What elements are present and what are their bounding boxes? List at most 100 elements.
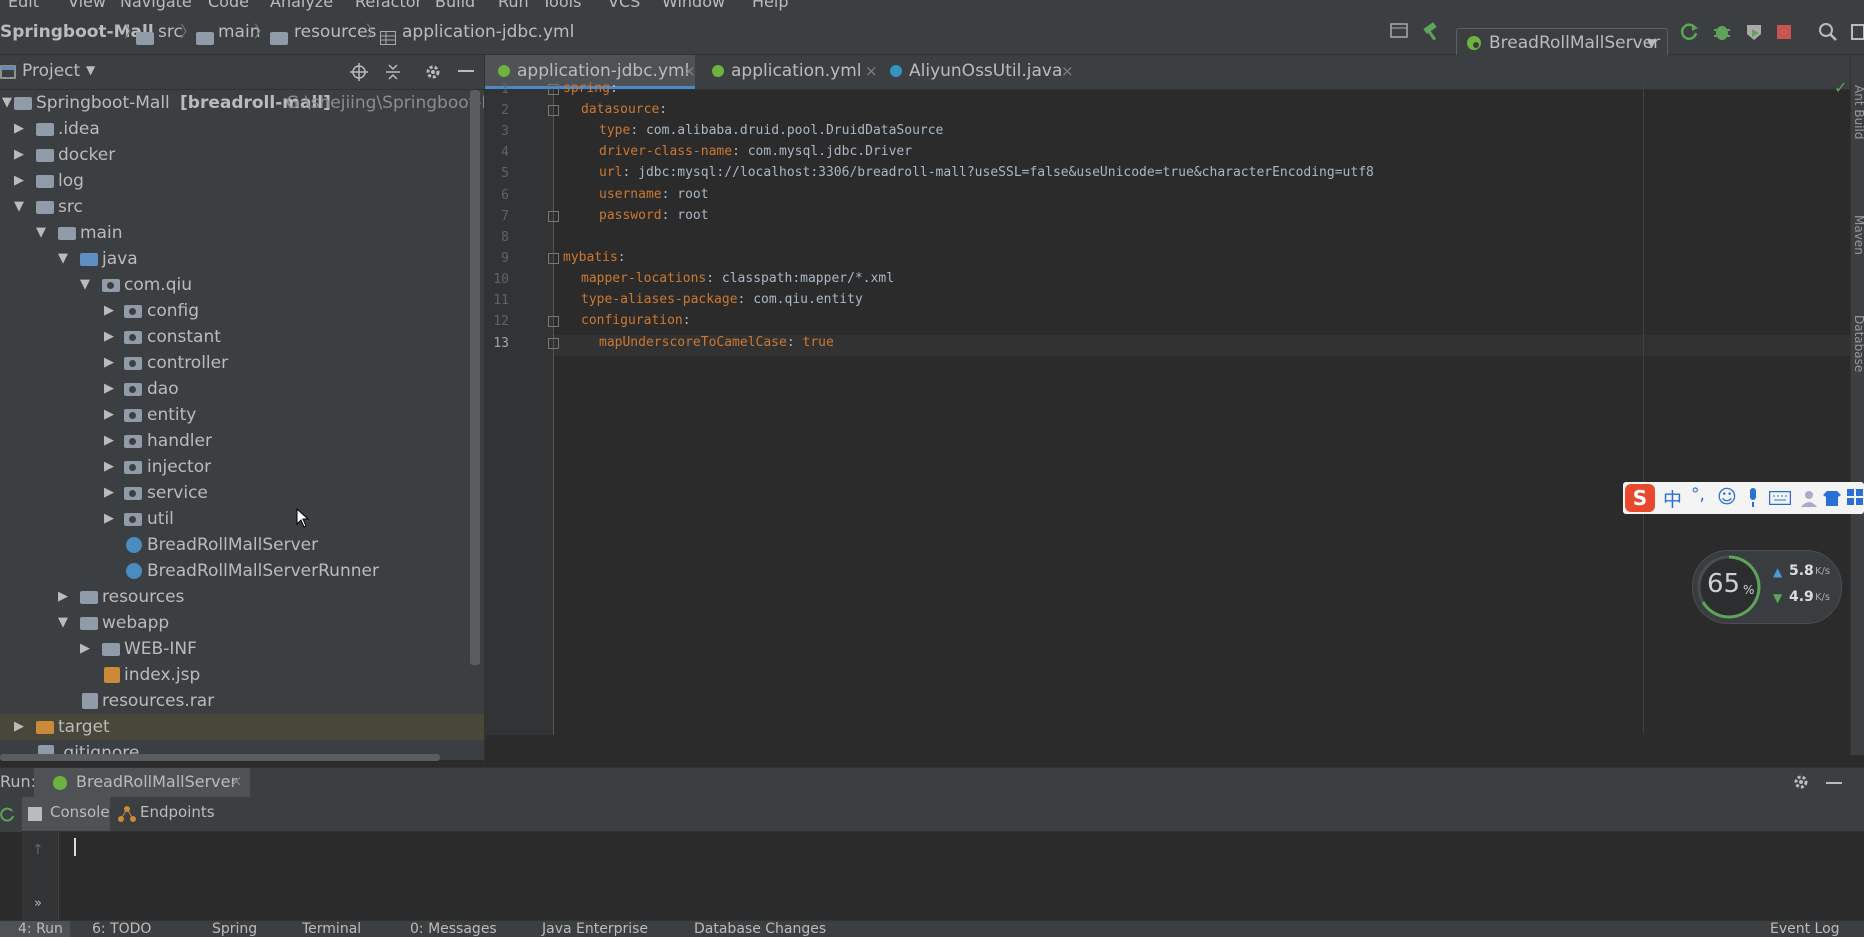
chevron-right-icon[interactable]: ▶ [104, 506, 114, 532]
tree-vertical-scrollbar[interactable] [470, 90, 480, 665]
tree-row-index-jsp[interactable]: index.jsp [0, 662, 484, 688]
chevron-down-icon[interactable]: ▼ [36, 220, 46, 246]
bottom-tab-messages[interactable]: 0: Messages [410, 921, 497, 937]
tree-row-service[interactable]: ▶ service [0, 480, 484, 506]
breadcrumb-file[interactable]: application-jdbc.yml [402, 18, 574, 46]
rerun-icon[interactable] [1680, 22, 1700, 42]
scroll-up-icon[interactable]: ↑ [32, 842, 44, 858]
chevron-right-icon[interactable]: ▶ [14, 142, 24, 168]
fold-marker-icon[interactable] [548, 338, 559, 349]
tree-row-resources-rar[interactable]: resources.rar [0, 688, 484, 714]
tree-row-handler[interactable]: ▶ handler [0, 428, 484, 454]
run-configuration-select[interactable]: BreadRollMallServer ▼ [1456, 28, 1668, 58]
fold-marker-icon[interactable] [548, 211, 559, 222]
chevron-down-icon[interactable]: ▼ [58, 610, 68, 636]
tab-aliyunossutil-java[interactable]: AliyunOssUtil.java × [881, 55, 1081, 89]
breadcrumb-resources[interactable]: resources [294, 18, 376, 46]
project-structure-icon[interactable] [1390, 22, 1408, 40]
chevron-right-icon[interactable]: ▶ [14, 168, 24, 194]
tree-row-breadrollmallserver[interactable]: BreadRollMallServer [0, 532, 484, 558]
fold-marker-icon[interactable] [548, 253, 559, 264]
chevron-right-icon[interactable]: ▶ [58, 584, 68, 610]
search-icon[interactable] [1818, 22, 1838, 42]
chevron-right-icon[interactable]: ▶ [104, 376, 114, 402]
ime-toolbar[interactable]: S 中 °, ☺ [1623, 482, 1864, 514]
tree-row-project-root[interactable]: ▼ Springboot-Mall [breadroll-mall] G:\sh… [0, 90, 484, 116]
tab-application-yml[interactable]: application.yml × [703, 55, 881, 89]
locate-crosshair-icon[interactable] [350, 63, 368, 81]
rerun-icon[interactable] [0, 807, 16, 823]
chevron-right-icon[interactable]: ▶ [104, 454, 114, 480]
bottom-tab-database-changes[interactable]: Database Changes [694, 921, 826, 937]
close-icon[interactable]: × [1061, 55, 1074, 87]
fold-marker-icon[interactable] [548, 84, 559, 95]
skin-shirt-icon[interactable] [1823, 489, 1841, 507]
console-output[interactable] [0, 832, 1864, 920]
bottom-tab-spring[interactable]: Spring [212, 921, 257, 937]
tree-row-dao[interactable]: ▶ dao [0, 376, 484, 402]
close-icon[interactable]: × [683, 55, 696, 87]
microphone-icon[interactable] [1747, 488, 1759, 508]
tree-row-entity[interactable]: ▶ entity [0, 402, 484, 428]
tree-row-resources[interactable]: ▶ resources [0, 584, 484, 610]
maven-tool-tab[interactable]: Maven [1852, 215, 1864, 255]
gear-icon[interactable] [424, 63, 442, 81]
chevron-right-icon[interactable]: ▶ [104, 480, 114, 506]
network-speed-widget[interactable]: 65 % ▲ 5.8 K/s ▼ 4.9 K/s [1692, 550, 1842, 624]
ant-build-tool-tab[interactable]: Ant Build [1852, 85, 1864, 139]
stop-icon[interactable] [1776, 24, 1792, 40]
console-tab[interactable]: Console [22, 797, 110, 831]
tree-row-web-inf[interactable]: ▶ WEB-INF [0, 636, 484, 662]
menu-navigate[interactable]: Navigate [120, 0, 192, 11]
tree-row-target[interactable]: ▶ target [0, 714, 484, 740]
gear-icon[interactable] [1792, 773, 1810, 791]
inspection-ok-icon[interactable]: ✓ [1834, 78, 1847, 97]
menu-refactor[interactable]: Refactor [355, 0, 422, 11]
settings-icon[interactable] [1850, 22, 1864, 42]
build-hammer-icon[interactable] [1422, 22, 1442, 42]
bottom-tab-terminal[interactable]: Terminal [302, 921, 361, 937]
minimize-icon[interactable] [458, 70, 474, 72]
fold-marker-icon[interactable] [548, 105, 559, 116]
menu-build[interactable]: Build [435, 0, 475, 11]
menu-window[interactable]: Window [662, 0, 725, 11]
chevron-down-icon[interactable]: ▼ [14, 194, 24, 220]
emoji-icon[interactable]: ☺ [1717, 486, 1737, 508]
chevron-right-icon[interactable]: ▶ [104, 402, 114, 428]
chevron-right-icon[interactable]: ▶ [80, 636, 90, 662]
bottom-tab-event-log[interactable]: Event Log [1770, 921, 1840, 937]
user-icon[interactable] [1799, 489, 1819, 507]
fold-marker-icon[interactable] [548, 316, 559, 327]
tree-row-src[interactable]: ▼ src [0, 194, 484, 220]
tree-row-log[interactable]: ▶ log [0, 168, 484, 194]
chevron-down-icon[interactable]: ▼ [2, 90, 12, 116]
tree-row-docker[interactable]: ▶ docker [0, 142, 484, 168]
tree-row-webapp[interactable]: ▼ webapp [0, 610, 484, 636]
chevron-down-icon[interactable]: ▼ [86, 63, 95, 77]
project-panel-title[interactable]: Project [22, 61, 80, 81]
tree-row-controller[interactable]: ▶ controller [0, 350, 484, 376]
menu-run[interactable]: Run [498, 0, 529, 11]
tree-row-breadrollmallserverrunner[interactable]: BreadRollMallServerRunner [0, 558, 484, 584]
tree-row-injector[interactable]: ▶ injector [0, 454, 484, 480]
database-tool-tab[interactable]: Database [1852, 315, 1864, 372]
chevron-right-icon[interactable]: ▶ [104, 350, 114, 376]
tree-row-main[interactable]: ▼ main [0, 220, 484, 246]
menu-vcs[interactable]: VCS [608, 0, 640, 11]
chevron-down-icon[interactable]: ▼ [58, 246, 68, 272]
menu-view[interactable]: View [68, 0, 106, 11]
endpoints-tab[interactable]: Endpoints [114, 797, 215, 831]
collapse-all-icon[interactable] [384, 63, 402, 81]
debug-bug-icon[interactable] [1712, 22, 1732, 42]
coverage-icon[interactable] [1744, 22, 1764, 42]
menu-tools[interactable]: Tools [542, 0, 581, 11]
toolbox-icon[interactable] [1847, 489, 1863, 507]
code-editor[interactable] [554, 90, 1864, 735]
menu-analyze[interactable]: Analyze [270, 0, 333, 11]
close-icon[interactable]: × [230, 772, 243, 790]
tree-horizontal-scrollbar[interactable] [0, 754, 440, 761]
bottom-tab-run[interactable]: 4: Run [0, 921, 70, 937]
menu-code[interactable]: Code [208, 0, 249, 11]
menu-help[interactable]: Help [752, 0, 788, 11]
tree-row-idea[interactable]: ▶ .idea [0, 116, 484, 142]
